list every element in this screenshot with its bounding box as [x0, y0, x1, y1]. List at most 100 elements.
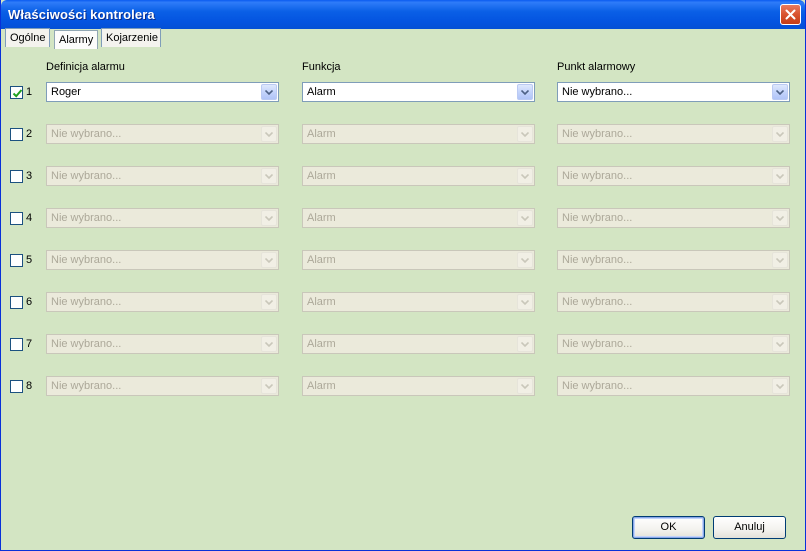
combo-dropdown-button	[517, 252, 533, 268]
combo-value: Nie wybrano...	[51, 380, 122, 392]
combo-value: Nie wybrano...	[51, 296, 122, 308]
row-number: 8	[26, 380, 33, 392]
close-icon	[785, 9, 796, 20]
combo-dropdown-button	[772, 336, 788, 352]
chevron-down-icon	[776, 257, 784, 263]
cancel-button[interactable]: Anuluj	[713, 516, 786, 539]
chevron-down-icon	[776, 383, 784, 389]
point-combo: Nie wybrano...	[557, 376, 790, 396]
row-enable-checkbox[interactable]	[10, 170, 23, 183]
combo-dropdown-button	[261, 210, 277, 226]
function-combo: Alarm	[302, 208, 535, 228]
chevron-down-icon	[776, 131, 784, 137]
combo-value: Alarm	[307, 296, 336, 308]
combo-value: Nie wybrano...	[562, 170, 633, 182]
tab-kojarzenie[interactable]: Kojarzenie	[101, 28, 161, 47]
point-combo: Nie wybrano...	[557, 166, 790, 186]
row-number: 7	[26, 338, 33, 350]
combo-value: Roger	[51, 86, 81, 98]
combo-value: Nie wybrano...	[562, 128, 633, 140]
row-number: 4	[26, 212, 33, 224]
title-bar[interactable]: Właściwości kontrolera	[1, 0, 805, 29]
chevron-down-icon	[521, 173, 529, 179]
row-enable-checkbox[interactable]	[10, 128, 23, 141]
combo-value: Nie wybrano...	[562, 86, 633, 98]
function-combo: Alarm	[302, 166, 535, 186]
combo-dropdown-button	[517, 126, 533, 142]
combo-value: Nie wybrano...	[562, 338, 633, 350]
close-button[interactable]	[780, 4, 801, 25]
combo-dropdown-button	[261, 294, 277, 310]
row-number: 5	[26, 254, 33, 266]
combo-dropdown-button	[517, 336, 533, 352]
point-combo: Nie wybrano...	[557, 250, 790, 270]
row-enable-checkbox[interactable]	[10, 212, 23, 225]
chevron-down-icon	[776, 89, 784, 95]
tab-ogolne[interactable]: Ogólne	[5, 28, 50, 47]
point-combo: Nie wybrano...	[557, 292, 790, 312]
chevron-down-icon	[265, 299, 273, 305]
combo-dropdown-button	[261, 378, 277, 394]
combo-dropdown-button	[261, 126, 277, 142]
chevron-down-icon	[521, 215, 529, 221]
ok-button[interactable]: OK	[632, 516, 705, 539]
chevron-down-icon	[265, 383, 273, 389]
combo-dropdown-button	[517, 378, 533, 394]
combo-value: Alarm	[307, 254, 336, 266]
dialog-window: Właściwości kontrolera Ogólne Alarmy Koj…	[0, 0, 806, 551]
header-function: Funkcja	[302, 61, 341, 73]
function-combo[interactable]: Alarm	[302, 82, 535, 102]
combo-dropdown-button	[772, 294, 788, 310]
chevron-down-icon	[521, 131, 529, 137]
combo-value: Nie wybrano...	[51, 338, 122, 350]
row-enable-checkbox[interactable]	[10, 254, 23, 267]
combo-dropdown-button	[772, 378, 788, 394]
combo-dropdown-button	[261, 168, 277, 184]
combo-dropdown-button[interactable]	[261, 84, 277, 100]
row-enable-checkbox[interactable]	[10, 86, 23, 99]
definition-combo: Nie wybrano...	[46, 292, 279, 312]
check-icon	[12, 89, 23, 98]
combo-dropdown-button	[772, 168, 788, 184]
combo-value: Nie wybrano...	[51, 212, 122, 224]
point-combo[interactable]: Nie wybrano...	[557, 82, 790, 102]
function-combo: Alarm	[302, 250, 535, 270]
function-combo: Alarm	[302, 292, 535, 312]
row-enable-checkbox[interactable]	[10, 338, 23, 351]
row-enable-checkbox[interactable]	[10, 380, 23, 393]
combo-value: Nie wybrano...	[51, 170, 122, 182]
row-number: 3	[26, 170, 33, 182]
definition-combo: Nie wybrano...	[46, 166, 279, 186]
combo-value: Nie wybrano...	[562, 380, 633, 392]
definition-combo[interactable]: Roger	[46, 82, 279, 102]
definition-combo: Nie wybrano...	[46, 250, 279, 270]
combo-dropdown-button	[517, 210, 533, 226]
row-number: 2	[26, 128, 33, 140]
definition-combo: Nie wybrano...	[46, 334, 279, 354]
combo-value: Alarm	[307, 128, 336, 140]
function-combo: Alarm	[302, 124, 535, 144]
combo-dropdown-button[interactable]	[772, 84, 788, 100]
chevron-down-icon	[265, 173, 273, 179]
combo-dropdown-button	[772, 210, 788, 226]
definition-combo: Nie wybrano...	[46, 124, 279, 144]
tab-alarmy[interactable]: Alarmy	[54, 30, 98, 49]
row-number: 6	[26, 296, 33, 308]
combo-value: Alarm	[307, 170, 336, 182]
combo-dropdown-button	[261, 336, 277, 352]
point-combo: Nie wybrano...	[557, 124, 790, 144]
combo-dropdown-button[interactable]	[517, 84, 533, 100]
chevron-down-icon	[521, 341, 529, 347]
row-enable-checkbox[interactable]	[10, 296, 23, 309]
chevron-down-icon	[521, 383, 529, 389]
chevron-down-icon	[776, 341, 784, 347]
definition-combo: Nie wybrano...	[46, 208, 279, 228]
chevron-down-icon	[521, 299, 529, 305]
chevron-down-icon	[265, 257, 273, 263]
combo-dropdown-button	[261, 252, 277, 268]
row-number: 1	[26, 86, 33, 98]
combo-value: Nie wybrano...	[562, 296, 633, 308]
chevron-down-icon	[265, 89, 273, 95]
chevron-down-icon	[265, 131, 273, 137]
combo-value: Nie wybrano...	[51, 128, 122, 140]
